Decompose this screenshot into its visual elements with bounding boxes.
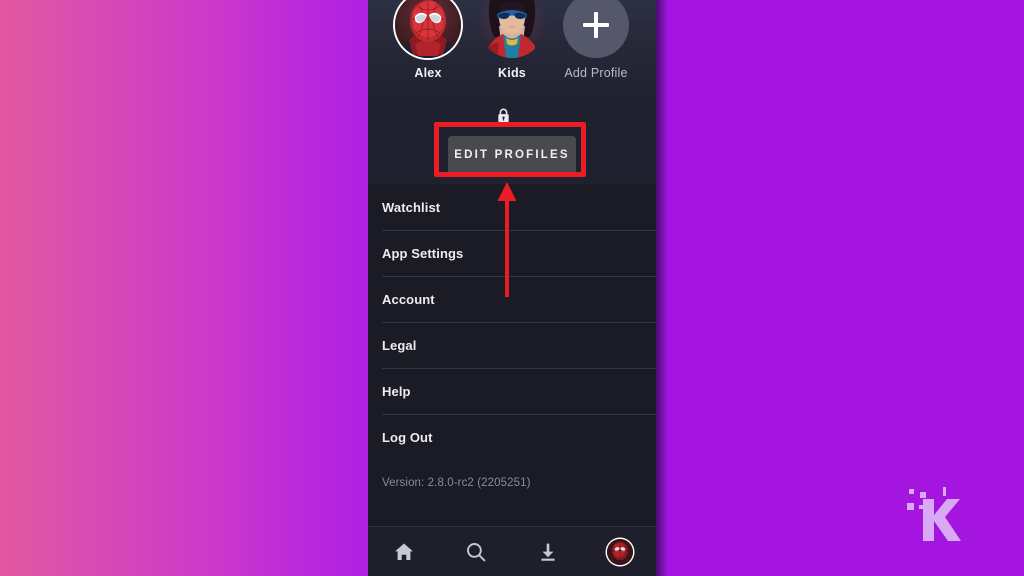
- avatar-wrap-kids: [479, 0, 545, 58]
- edit-profiles-row: EDIT PROFILES: [368, 126, 656, 184]
- profile-name: Add Profile: [564, 66, 628, 80]
- background-right-edge-shadow: [656, 0, 668, 576]
- profile-avatar-icon[interactable]: [607, 538, 633, 565]
- avatar-wrap-add: [563, 0, 629, 58]
- search-icon: [467, 542, 486, 561]
- background-right-solid: [656, 0, 1024, 576]
- profile-name: Kids: [498, 66, 526, 80]
- profiles-strip: Alex Kids Add Profile: [368, 0, 656, 104]
- menu-item-watchlist[interactable]: Watchlist: [368, 184, 656, 230]
- home-icon: [395, 543, 413, 560]
- background-left-gradient: [0, 0, 368, 576]
- menu-item-app-settings[interactable]: App Settings: [368, 230, 656, 276]
- menu-item-legal[interactable]: Legal: [368, 322, 656, 368]
- ms-marvel-avatar[interactable]: [479, 0, 545, 58]
- nav-item-home[interactable]: [368, 541, 440, 563]
- menu-item-account[interactable]: Account: [368, 276, 656, 322]
- avatar-wrap-alex: [395, 0, 461, 58]
- menu-item-help[interactable]: Help: [368, 368, 656, 414]
- nav-item-profile[interactable]: [584, 538, 656, 565]
- version-text: Version: 2.8.0-rc2 (2205251): [382, 477, 531, 489]
- edit-profiles-button[interactable]: EDIT PROFILES: [448, 136, 576, 174]
- screenshot-stage: Alex Kids Add Profile EDIT PROFILES Watc…: [0, 0, 1024, 576]
- profile-lock-row: [368, 104, 656, 126]
- settings-menu: Watchlist App Settings Account Legal Hel…: [368, 184, 656, 506]
- profile-kids[interactable]: Kids: [471, 0, 553, 80]
- menu-item-log-out[interactable]: Log Out: [368, 414, 656, 460]
- spiderman-avatar[interactable]: [395, 0, 461, 58]
- profile-alex[interactable]: Alex: [387, 0, 469, 80]
- bottom-navigation-bar: [368, 526, 656, 576]
- lock-icon: [497, 108, 509, 122]
- plus-glyph: [583, 12, 609, 38]
- download-icon: [541, 543, 555, 561]
- nav-item-search[interactable]: [440, 541, 512, 563]
- profile-name: Alex: [414, 66, 442, 80]
- profile-add[interactable]: Add Profile: [555, 0, 637, 80]
- nav-item-downloads[interactable]: [512, 541, 584, 563]
- knowtechie-k-logo: [903, 483, 965, 545]
- add-profile-plus-icon[interactable]: [563, 0, 629, 58]
- streaming-app-panel: Alex Kids Add Profile EDIT PROFILES Watc…: [368, 0, 656, 576]
